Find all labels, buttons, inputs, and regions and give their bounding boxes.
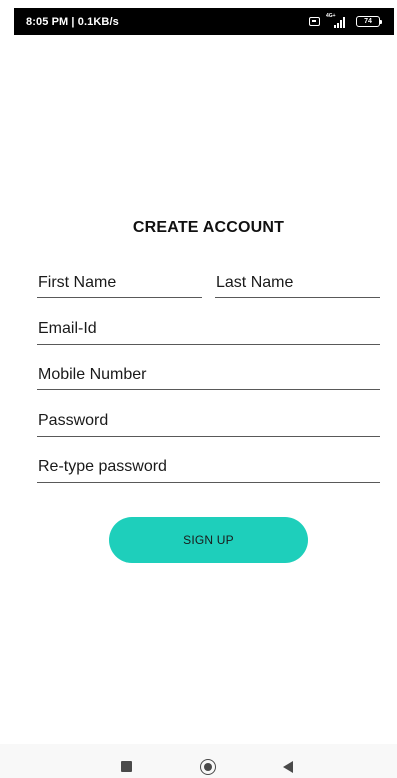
home-icon[interactable] xyxy=(200,759,216,775)
recent-apps-icon[interactable] xyxy=(121,761,132,772)
sign-up-button[interactable]: SIGN UP xyxy=(109,517,308,563)
status-time-speed: 8:05 PM | 0.1KB/s xyxy=(26,15,119,28)
network-type-label: 4G+ xyxy=(326,12,336,19)
first-name-field[interactable]: First Name xyxy=(37,273,202,298)
email-field[interactable]: Email-Id xyxy=(37,319,380,345)
page-title: CREATE ACCOUNT xyxy=(132,219,285,236)
navigation-bar xyxy=(0,744,397,778)
password-field[interactable]: Password xyxy=(37,411,380,437)
email-placeholder: Email-Id xyxy=(38,320,97,337)
last-name-placeholder: Last Name xyxy=(216,274,294,291)
signal-icon: 4G+ xyxy=(326,12,350,28)
battery-icon: 74 xyxy=(356,16,382,27)
vibrate-icon xyxy=(309,17,320,26)
status-bar: 8:05 PM | 0.1KB/s 4G+ 74 xyxy=(14,8,394,35)
retype-password-field[interactable]: Re-type password xyxy=(37,457,380,483)
mobile-number-field[interactable]: Mobile Number xyxy=(37,365,380,390)
last-name-field[interactable]: Last Name xyxy=(215,273,380,298)
first-name-placeholder: First Name xyxy=(38,274,117,291)
password-placeholder: Password xyxy=(38,412,109,429)
mobile-number-placeholder: Mobile Number xyxy=(38,366,147,383)
status-icons: 4G+ 74 xyxy=(309,12,382,28)
sign-up-label: SIGN UP xyxy=(183,533,234,547)
back-icon[interactable] xyxy=(283,761,293,773)
screen: 8:05 PM | 0.1KB/s 4G+ 74 CREATE ACCOUNT … xyxy=(0,0,397,778)
retype-password-placeholder: Re-type password xyxy=(38,458,167,475)
battery-level: 74 xyxy=(364,18,372,25)
